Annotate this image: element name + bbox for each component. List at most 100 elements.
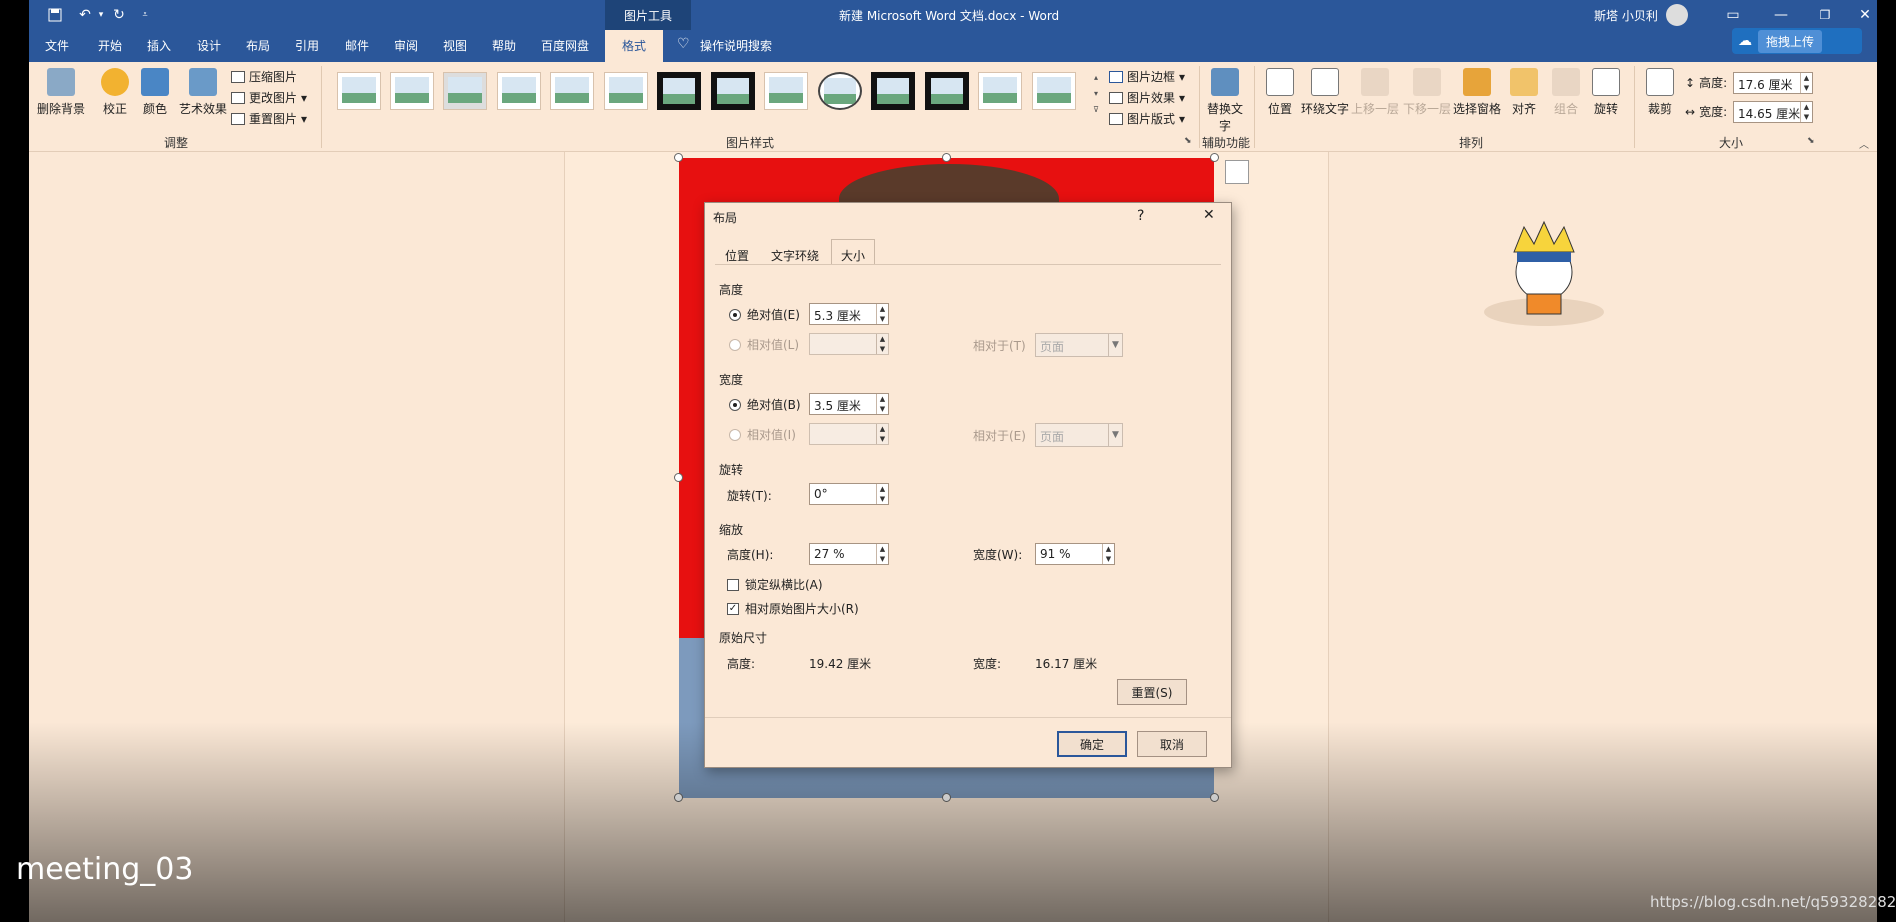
tab-format[interactable]: 格式 bbox=[605, 30, 663, 62]
customize-qat-icon[interactable]: ⩡ bbox=[133, 4, 157, 26]
cancel-button[interactable]: 取消 bbox=[1137, 731, 1207, 757]
tell-me-search[interactable]: 操作说明搜索 bbox=[700, 37, 772, 54]
restore-icon[interactable]: ❐ bbox=[1813, 4, 1837, 26]
rotate-input[interactable]: 0° ▲ ▼ bbox=[809, 483, 889, 505]
height-relative-to-select[interactable]: 页面 ▼ bbox=[1035, 333, 1123, 357]
crop-button[interactable]: 裁剪 bbox=[1646, 68, 1674, 117]
redo-icon[interactable]: ↻ bbox=[107, 4, 131, 26]
picture-border-button[interactable]: 图片边框 ▾ bbox=[1109, 68, 1185, 85]
minimize-icon[interactable]: — bbox=[1769, 4, 1793, 26]
relative-original-checkbox[interactable]: ✓ 相对原始图片大小(R) bbox=[727, 600, 859, 617]
picture-layout-label: 图片版式 bbox=[1127, 112, 1176, 126]
tab-insert[interactable]: 插入 bbox=[147, 37, 171, 54]
help-icon[interactable]: ? bbox=[1137, 208, 1144, 224]
tab-review[interactable]: 审阅 bbox=[394, 37, 418, 54]
scale-height-input[interactable]: 27 % ▲ ▼ bbox=[809, 543, 889, 565]
upload-button[interactable]: ☁ 拖拽上传 bbox=[1732, 28, 1862, 54]
tab-text-wrapping[interactable]: 文字环绕 bbox=[771, 247, 819, 264]
reset-button[interactable]: 重置(S) bbox=[1117, 679, 1187, 705]
layout-options-icon[interactable] bbox=[1225, 160, 1249, 184]
position-button[interactable]: 位置 bbox=[1266, 68, 1294, 117]
collapse-ribbon-icon[interactable]: ︿ bbox=[1859, 136, 1869, 151]
picture-style-14[interactable] bbox=[1032, 72, 1076, 110]
ribbon-display-icon[interactable]: ▭ bbox=[1721, 4, 1745, 26]
color-button[interactable]: 颜色 bbox=[141, 68, 169, 117]
spin-arrows[interactable]: ▲ ▼ bbox=[876, 304, 888, 324]
height-relative-input[interactable]: ▲ ▼ bbox=[809, 333, 889, 355]
artistic-effects-button[interactable]: 艺术效果 bbox=[179, 68, 227, 117]
picture-style-8[interactable] bbox=[711, 72, 755, 110]
ok-button[interactable]: 确定 bbox=[1057, 731, 1127, 757]
tab-file[interactable]: 文件 bbox=[45, 37, 69, 54]
tab-home[interactable]: 开始 bbox=[98, 37, 122, 54]
remove-background-button[interactable]: 删除背景 bbox=[37, 68, 85, 117]
tab-mailings[interactable]: 邮件 bbox=[345, 37, 369, 54]
width-relative-to-value: 页面 bbox=[1040, 430, 1065, 444]
shape-width-input[interactable]: 14.65 厘米 ▲ ▼ bbox=[1733, 101, 1813, 123]
picture-style-9[interactable] bbox=[764, 72, 808, 110]
tab-size[interactable]: 大小 bbox=[841, 247, 865, 264]
send-backward-button[interactable]: 下移一层 bbox=[1403, 68, 1451, 117]
spin-arrows[interactable]: ▲ ▼ bbox=[876, 484, 888, 504]
spin-arrows[interactable]: ▲ ▼ bbox=[1102, 544, 1114, 564]
picture-style-10[interactable] bbox=[818, 72, 862, 110]
lock-aspect-checkbox[interactable]: 锁定纵横比(A) bbox=[727, 576, 823, 593]
shape-height-input[interactable]: 17.6 厘米 ▲ ▼ bbox=[1733, 72, 1813, 94]
tab-position[interactable]: 位置 bbox=[725, 247, 749, 264]
dialog-launcher-icon[interactable]: ⬊ bbox=[1184, 136, 1192, 146]
height-absolute-input[interactable]: 5.3 厘米 ▲ ▼ bbox=[809, 303, 889, 325]
resize-handle-top-right[interactable] bbox=[1210, 153, 1219, 162]
picture-effects-button[interactable]: 图片效果 ▾ bbox=[1109, 89, 1185, 106]
tab-references[interactable]: 引用 bbox=[295, 37, 319, 54]
gallery-scroll[interactable]: ▴ ▾ ⊽ bbox=[1091, 70, 1101, 120]
picture-style-12[interactable] bbox=[925, 72, 969, 110]
close-dialog-icon[interactable]: ✕ bbox=[1203, 207, 1215, 223]
picture-style-2[interactable] bbox=[390, 72, 434, 110]
resize-handle-left[interactable] bbox=[674, 473, 683, 482]
bring-forward-button[interactable]: 上移一层 bbox=[1351, 68, 1399, 117]
width-relative-to-select[interactable]: 页面 ▼ bbox=[1035, 423, 1123, 447]
close-icon[interactable]: ✕ bbox=[1853, 4, 1877, 26]
tab-view[interactable]: 视图 bbox=[443, 37, 467, 54]
rotate-button[interactable]: 旋转 bbox=[1592, 68, 1620, 117]
tab-help[interactable]: 帮助 bbox=[492, 37, 516, 54]
compress-pictures-button[interactable]: 压缩图片 bbox=[231, 68, 297, 85]
group-button[interactable]: 组合 bbox=[1552, 68, 1580, 117]
align-button[interactable]: 对齐 bbox=[1510, 68, 1538, 117]
user-name[interactable]: 斯塔 小贝利 bbox=[1594, 7, 1658, 24]
alt-text-button[interactable]: 替换文字 bbox=[1207, 68, 1243, 134]
width-relative-input[interactable]: ▲ ▼ bbox=[809, 423, 889, 445]
spin-arrows[interactable]: ▲ ▼ bbox=[876, 544, 888, 564]
scale-width-input[interactable]: 91 % ▲ ▼ bbox=[1035, 543, 1115, 565]
tab-baidu[interactable]: 百度网盘 bbox=[541, 37, 589, 54]
picture-style-5[interactable] bbox=[550, 72, 594, 110]
save-icon[interactable] bbox=[43, 4, 67, 26]
corrections-button[interactable]: 校正 bbox=[101, 68, 129, 117]
size-dialog-launcher-icon[interactable]: ⬊ bbox=[1807, 136, 1815, 146]
spin-arrows[interactable]: ▲ ▼ bbox=[1800, 73, 1812, 93]
resize-handle-top-left[interactable] bbox=[674, 153, 683, 162]
picture-style-3[interactable] bbox=[443, 72, 487, 110]
tab-design[interactable]: 设计 bbox=[197, 37, 221, 54]
picture-style-4[interactable] bbox=[497, 72, 541, 110]
reset-picture-button[interactable]: 重置图片 ▾ bbox=[231, 110, 307, 127]
picture-style-11[interactable] bbox=[871, 72, 915, 110]
spin-arrows[interactable]: ▲ ▼ bbox=[1800, 102, 1812, 122]
wrap-text-button[interactable]: 环绕文字 bbox=[1301, 68, 1349, 117]
selection-pane-button[interactable]: 选择窗格 bbox=[1453, 68, 1501, 117]
picture-style-13[interactable] bbox=[978, 72, 1022, 110]
width-absolute-radio[interactable]: 绝对值(B) bbox=[729, 396, 801, 413]
width-absolute-input[interactable]: 3.5 厘米 ▲ ▼ bbox=[809, 393, 889, 415]
height-absolute-radio[interactable]: 绝对值(E) bbox=[729, 306, 800, 323]
picture-style-6[interactable] bbox=[604, 72, 648, 110]
picture-style-1[interactable] bbox=[337, 72, 381, 110]
height-relative-radio[interactable]: 相对值(L) bbox=[729, 336, 799, 353]
tab-layout[interactable]: 布局 bbox=[246, 37, 270, 54]
resize-handle-top[interactable] bbox=[942, 153, 951, 162]
width-relative-radio[interactable]: 相对值(I) bbox=[729, 426, 796, 443]
spin-arrows[interactable]: ▲ ▼ bbox=[876, 394, 888, 414]
avatar[interactable] bbox=[1666, 4, 1688, 26]
picture-style-7[interactable] bbox=[657, 72, 701, 110]
change-picture-button[interactable]: 更改图片 ▾ bbox=[231, 89, 307, 106]
picture-layout-button[interactable]: 图片版式 ▾ bbox=[1109, 110, 1185, 127]
